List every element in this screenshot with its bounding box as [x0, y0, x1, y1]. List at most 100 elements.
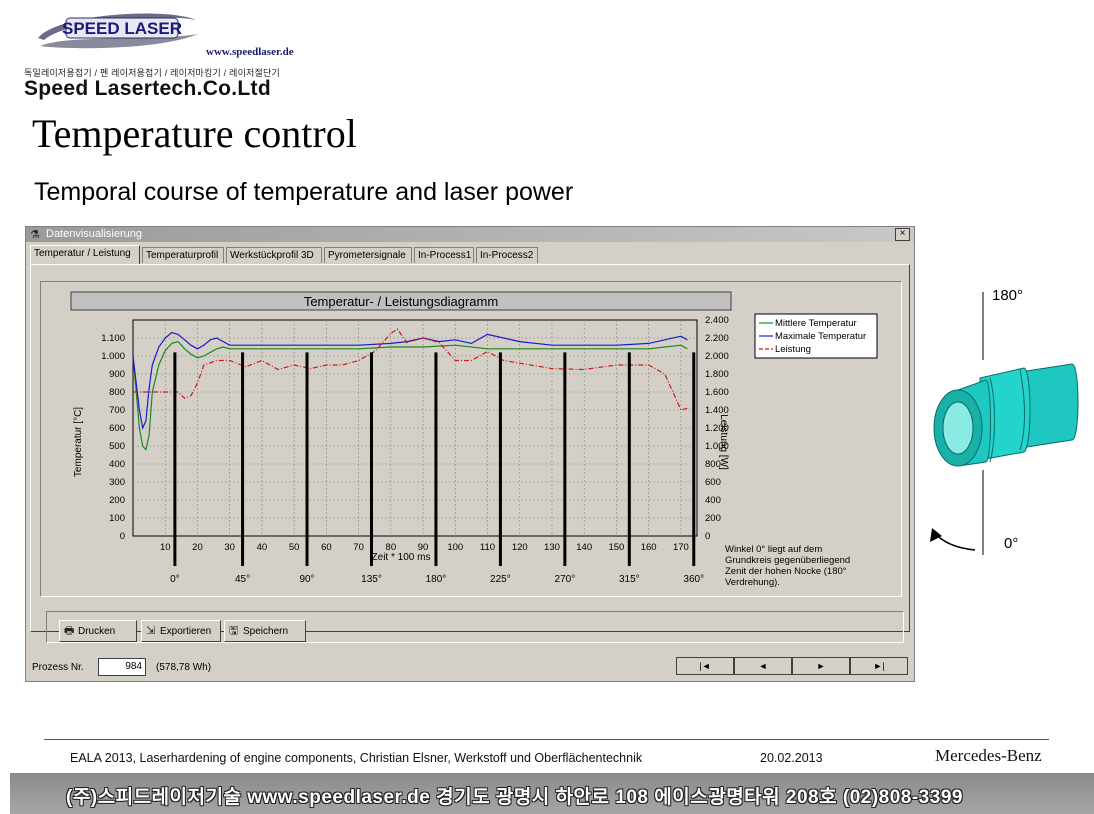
legend-label: Maximale Temperatur — [775, 331, 866, 342]
footer-rule — [44, 739, 1049, 740]
x-tick-label: 120 — [512, 542, 528, 553]
x-tick-label: 10 — [160, 542, 171, 553]
nav-prev-button[interactable]: ◄ — [734, 657, 792, 675]
slide-title: Temperature control — [32, 111, 357, 156]
x-tick-label: 130 — [544, 542, 560, 553]
window-title-bar[interactable]: ⚗ Datenvisualisierung × — [26, 227, 914, 242]
y2-tick-label: 1.800 — [705, 369, 729, 380]
y-tick-label: 300 — [109, 477, 125, 488]
y-tick-label: 400 — [109, 459, 125, 470]
y-tick-label: 700 — [109, 405, 125, 416]
y2-tick-label: 0 — [705, 531, 710, 542]
x-tick-label: 100 — [447, 542, 463, 553]
footer-date: 20.02.2013 — [760, 751, 823, 765]
angle-label-bottom: 0° — [1004, 535, 1018, 552]
part-body — [933, 363, 1079, 467]
tab-in-process1[interactable]: In-Process1 — [414, 247, 474, 263]
print-button[interactable]: 🖶 Drucken — [59, 620, 137, 642]
chart-grid — [132, 319, 698, 537]
x-tick-label: 110 — [480, 542, 495, 553]
logo-text: SPEED LASER — [62, 19, 182, 38]
y-tick-label: 1.100 — [101, 333, 125, 344]
x-tick-label: 50 — [289, 542, 300, 553]
y2-axis-label: Leistung [W] — [718, 414, 729, 470]
angle-marker-label: 135° — [361, 574, 382, 585]
save-label: Speichern — [243, 626, 289, 637]
y2-tick-label: 1.600 — [705, 387, 729, 398]
x-axis-label: Zeit * 100 ms — [372, 552, 431, 563]
x-tick-label: 70 — [353, 542, 364, 553]
x-tick-label: 20 — [192, 542, 203, 553]
close-button[interactable]: × — [895, 228, 910, 241]
angle-marker-label: 225° — [490, 574, 511, 585]
angle-marker-label: 360° — [683, 574, 704, 585]
angle-label-top: 180° — [992, 287, 1023, 304]
y-tick-label: 900 — [109, 369, 125, 380]
angle-marker-label: 270° — [555, 574, 576, 585]
company-logo: SPEED LASER — [38, 13, 198, 49]
chart-legend: Mittlere Temperatur Maximale Temperatur Le… — [754, 313, 878, 359]
angle-marker-label: 45° — [235, 574, 250, 585]
rotation-arrow-head — [930, 528, 942, 542]
tab-temperaturprofil[interactable]: Temperaturprofil — [142, 247, 224, 263]
tab-pyrometersignale[interactable]: Pyrometersignale — [324, 247, 412, 263]
chart-frame: Temperatur- / Leistungsdiagramm 0 100 200 3… — [40, 281, 902, 597]
x-tick-label: 140 — [576, 542, 592, 553]
window-title: Datenvisualisierung — [46, 228, 142, 240]
x-tick-label: 170 — [673, 542, 689, 553]
angle-marker-label: 180° — [426, 574, 447, 585]
y-tick-label: 0 — [120, 531, 125, 542]
y2-tick-label: 2.000 — [705, 351, 729, 362]
x-tick-label: 160 — [641, 542, 657, 553]
y-tick-label: 800 — [109, 387, 125, 398]
y-tick-label: 200 — [109, 495, 125, 506]
y2-tick-label: 2.400 — [705, 315, 729, 326]
y-tick-label: 500 — [109, 441, 125, 452]
x-tick-label: 150 — [608, 542, 624, 553]
printer-icon: 🖶 — [64, 625, 75, 637]
save-button[interactable]: 🖫 Speichern — [224, 620, 306, 642]
button-bar: 🖶 Drucken ⇲ Exportieren 🖫 Speichern — [46, 611, 904, 643]
y-tick-label: 1.000 — [101, 351, 125, 362]
y2-tick-label: 600 — [705, 477, 721, 488]
export-button[interactable]: ⇲ Exportieren — [141, 620, 221, 642]
legend-label: Mittlere Temperatur — [775, 318, 857, 329]
y-tick-label: 100 — [109, 513, 125, 524]
data-visualization-window: ⚗ Datenvisualisierung × Temperatur / Lei… — [25, 226, 915, 682]
contact-banner-text: (주)스피드레이저기술 www.speedlaser.de 경기도 광명시 하안… — [66, 787, 963, 808]
prozess-number-field[interactable]: 984 — [98, 658, 146, 676]
microscope-icon: ⚗ — [30, 229, 40, 241]
y2-tick-label: 400 — [705, 495, 721, 506]
logo-company-name: Speed Lasertech.Co.Ltd — [24, 77, 271, 100]
y2-tick-label: 2.200 — [705, 333, 729, 344]
legend-label: Leistung — [775, 344, 811, 355]
chart-title: Temperatur- / Leistungsdiagramm — [304, 294, 498, 309]
y-tick-label: 600 — [109, 423, 125, 434]
nav-last-button[interactable]: ►| — [850, 657, 908, 675]
x-tick-label: 30 — [224, 542, 235, 553]
logo-website: www.speedlaser.de — [206, 46, 294, 58]
angle-marker-label: 90° — [299, 574, 314, 585]
footer-brand: Mercedes-Benz — [935, 746, 1042, 765]
angle-marker-label: 0° — [170, 574, 180, 585]
nav-first-button[interactable]: |◄ — [676, 657, 734, 675]
status-row: Prozess Nr. 984 (578,78 Wh) |◄ ◄ ► ►| — [32, 657, 912, 677]
save-icon: 🖫 — [229, 625, 239, 637]
temperature-power-chart: Temperatur- / Leistungsdiagramm 01002003… — [70, 291, 878, 588]
export-label: Exportieren — [160, 626, 212, 637]
tab-werkstueckprofil-3d[interactable]: Werkstückprofil 3D — [226, 247, 322, 263]
angle-annotation: Winkel 0° liegt auf dem Grundkreis gegenü… — [725, 544, 850, 588]
nav-next-button[interactable]: ► — [792, 657, 850, 675]
export-icon: ⇲ — [146, 625, 156, 637]
print-label: Drucken — [78, 626, 116, 637]
camshaft-part-diagram: 180° 0° — [930, 287, 1079, 555]
x-tick-label: 40 — [257, 542, 268, 553]
contact-banner: (주)스피드레이저기술 www.speedlaser.de 경기도 광명시 하안… — [10, 773, 1094, 814]
y-axis-label: Temperatur [°C] — [73, 407, 84, 477]
tab-temperatur-leistung[interactable]: Temperatur / Leistung — [30, 245, 140, 264]
x-tick-label: 60 — [321, 542, 332, 553]
energy-value: (578,78 Wh) — [156, 662, 212, 673]
footer-citation: EALA 2013, Laserhardening of engine comp… — [70, 751, 643, 765]
slide-subtitle: Temporal course of temperature and laser… — [34, 178, 574, 206]
tab-in-process2[interactable]: In-Process2 — [476, 247, 538, 263]
